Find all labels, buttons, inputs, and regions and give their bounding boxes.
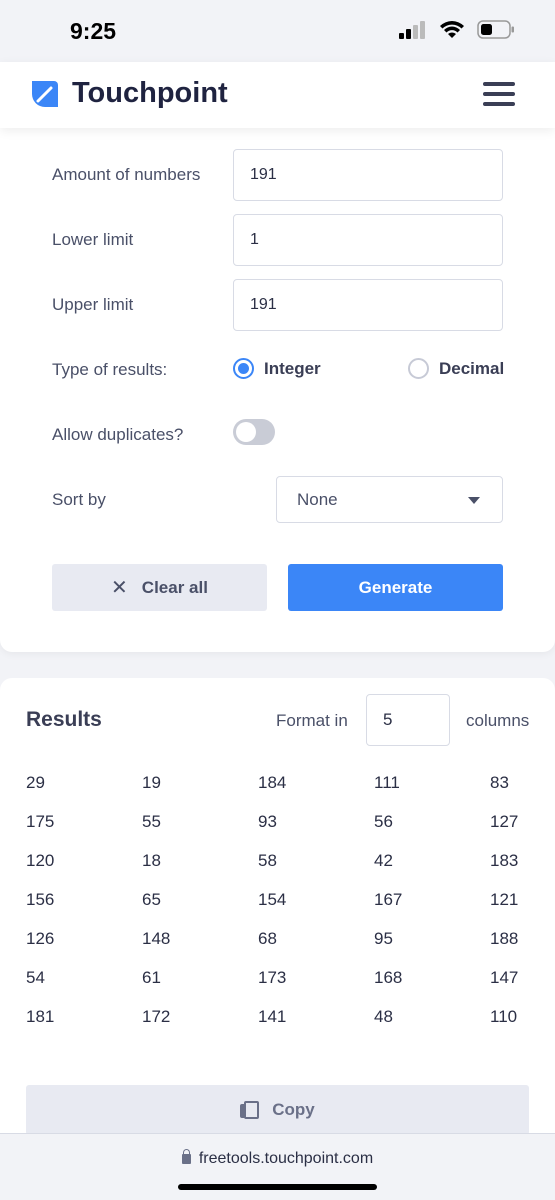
radio-integer[interactable]: Integer <box>233 358 321 379</box>
result-number: 83 <box>490 773 509 792</box>
lower-limit-input[interactable]: 1 <box>233 214 503 266</box>
wifi-icon <box>440 21 464 38</box>
type-of-results-label: Type of results: <box>52 360 168 379</box>
result-number: 181 <box>26 1007 55 1026</box>
sort-by-value: None <box>297 490 338 509</box>
result-number: 126 <box>26 929 55 948</box>
result-number: 55 <box>142 812 161 831</box>
sort-by-label: Sort by <box>52 490 106 509</box>
result-number: 168 <box>374 968 403 987</box>
lower-limit-label: Lower limit <box>52 230 134 249</box>
result-number: 68 <box>258 929 277 948</box>
result-number: 42 <box>374 851 393 870</box>
battery-icon <box>477 20 514 39</box>
result-number: 184 <box>258 773 287 792</box>
result-number: 188 <box>490 929 519 948</box>
copy-button[interactable]: Copy <box>26 1085 529 1135</box>
columns-label: columns <box>466 711 530 730</box>
home-indicator[interactable] <box>178 1184 377 1190</box>
result-number: 110 <box>490 1007 518 1026</box>
lock-icon <box>181 1149 191 1164</box>
result-number: 120 <box>26 851 55 870</box>
status-icons <box>399 20 515 39</box>
result-number: 156 <box>26 890 55 909</box>
result-number: 147 <box>490 968 519 987</box>
status-bar: 9:25 <box>0 0 555 62</box>
radio-decimal-label: Decimal <box>439 358 505 378</box>
result-number: 93 <box>258 812 277 831</box>
radio-integer-label: Integer <box>264 358 321 378</box>
result-number: 65 <box>142 890 161 909</box>
touchpoint-logo-icon <box>32 80 58 107</box>
result-number: 58 <box>258 851 277 870</box>
url-field[interactable]: freetools.touchpoint.com <box>0 1149 555 1168</box>
radio-unselected-icon <box>408 358 429 379</box>
radio-selected-icon <box>233 358 254 379</box>
columns-input[interactable]: 5 <box>366 694 450 746</box>
upper-limit-input[interactable]: 191 <box>233 279 503 331</box>
status-time: 9:25 <box>70 18 117 44</box>
generate-button[interactable]: Generate <box>288 564 503 611</box>
upper-limit-label: Upper limit <box>52 295 134 314</box>
result-number: 54 <box>26 968 45 987</box>
generator-form: Amount of numbers 191 Lower limit 1 Uppe… <box>0 110 555 652</box>
cellular-signal-icon <box>399 20 425 39</box>
close-icon: ✕ <box>111 577 128 599</box>
top-navigation-bar: Touchpoint <box>0 62 555 128</box>
result-number: 154 <box>258 890 287 909</box>
url-text: freetools.touchpoint.com <box>198 1150 374 1167</box>
result-number: 29 <box>26 773 45 792</box>
format-in-label: Format in <box>276 711 348 730</box>
result-number: 141 <box>258 1007 287 1026</box>
results-title: Results <box>26 708 102 731</box>
results-panel: Results Format in 5 columns 29 19 184 111 83… <box>0 678 555 1200</box>
result-number: 121 <box>490 890 519 909</box>
amount-input[interactable]: 191 <box>233 149 503 201</box>
result-number: 167 <box>374 890 403 909</box>
result-number: 175 <box>26 812 55 831</box>
result-number: 183 <box>490 851 519 870</box>
radio-decimal[interactable]: Decimal <box>408 358 504 379</box>
result-number: 19 <box>142 773 161 792</box>
brand-logo[interactable]: Touchpoint <box>30 77 228 110</box>
result-number: 172 <box>142 1007 171 1026</box>
amount-label: Amount of numbers <box>52 165 201 184</box>
result-number: 48 <box>374 1007 393 1026</box>
allow-duplicates-label: Allow duplicates? <box>52 425 184 444</box>
result-number: 95 <box>374 929 393 948</box>
result-number: 61 <box>142 968 161 987</box>
copy-icon <box>240 1101 260 1119</box>
result-number: 18 <box>142 851 161 870</box>
clear-all-button[interactable]: ✕ Clear all <box>52 564 267 611</box>
allow-duplicates-toggle[interactable] <box>233 419 275 445</box>
hamburger-menu-icon[interactable] <box>483 82 515 106</box>
result-number: 148 <box>142 929 171 948</box>
copy-label: Copy <box>272 1100 315 1119</box>
results-grid: 29 19 184 111 83 175 55 93 56 127 120 18 58 42 183 156 6… <box>26 773 526 1046</box>
result-number: 173 <box>258 968 287 987</box>
sort-by-select[interactable]: None <box>276 476 503 523</box>
result-number: 56 <box>374 812 393 831</box>
brand-name: Touchpoint <box>72 77 228 109</box>
result-number: 127 <box>490 812 519 831</box>
browser-url-bar: freetools.touchpoint.com <box>0 1133 555 1200</box>
caret-down-icon <box>468 497 480 504</box>
clear-all-label: Clear all <box>141 577 208 597</box>
result-number: 111 <box>374 773 400 792</box>
